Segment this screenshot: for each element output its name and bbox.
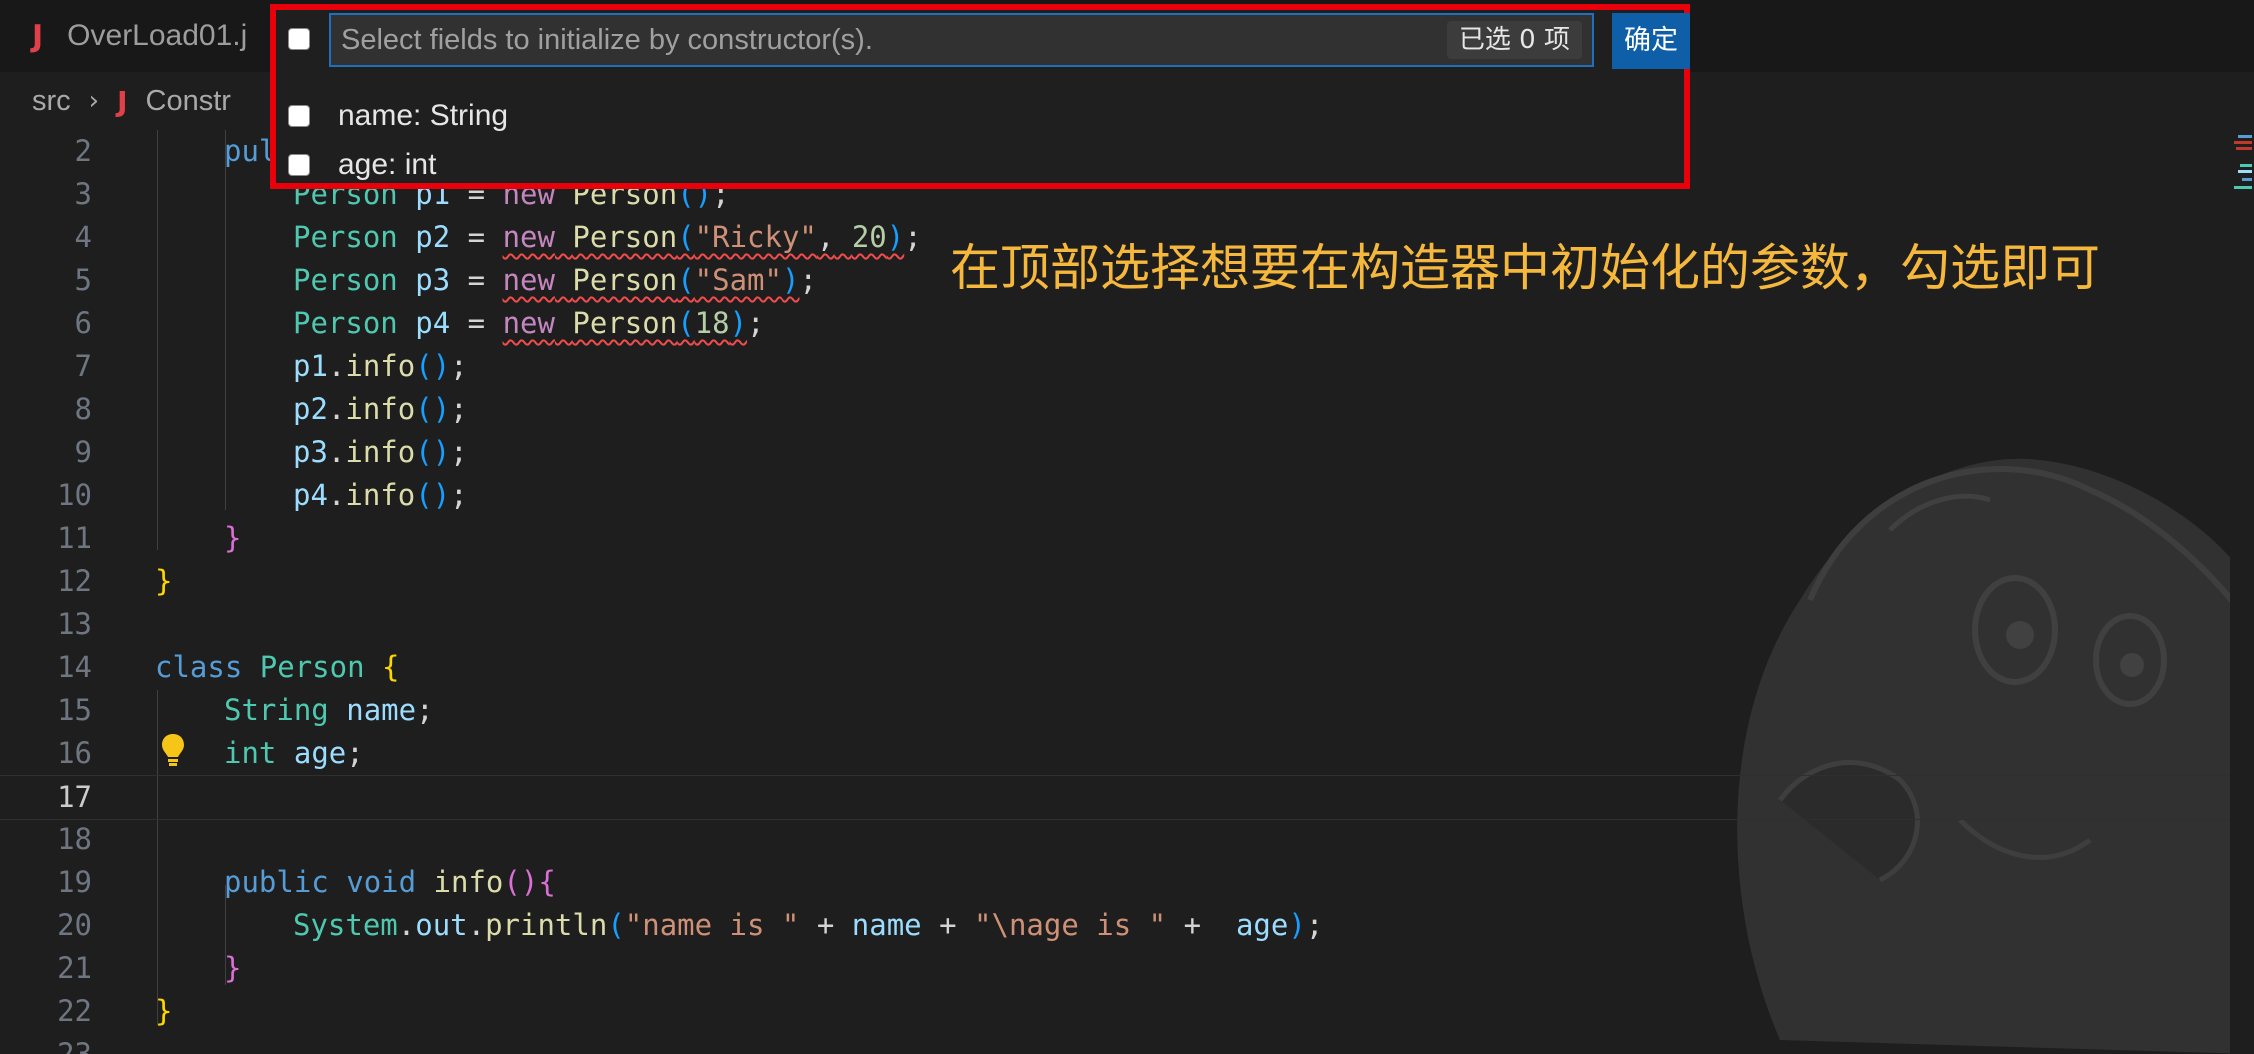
minimap-line (2234, 141, 2252, 144)
line-number: 10 (57, 478, 92, 512)
line-number: 7 (74, 349, 92, 383)
constructor-fields-quick-pick: Select fields to initialize by construct… (270, 4, 1690, 189)
line-number: 2 (74, 134, 92, 168)
quick-pick-placeholder: Select fields to initialize by construct… (341, 24, 873, 56)
quick-pick-item-name[interactable]: name: String (276, 90, 1684, 142)
field-label: age: int (338, 148, 437, 181)
minimap-line (2238, 170, 2252, 173)
code-text: class Person { (155, 650, 400, 684)
line-number: 9 (74, 435, 92, 469)
select-all-checkbox[interactable] (288, 28, 310, 50)
code-line: 7 p1.info(); (0, 345, 2230, 388)
line-number: 8 (74, 392, 92, 426)
line-number: 14 (57, 650, 92, 684)
tab-title: OverLoad01.j (67, 19, 248, 52)
minimap-line (2234, 186, 2252, 189)
code-text: Person p2 = new Person("Ricky", 20); (293, 220, 922, 254)
minimap-line (2236, 147, 2252, 150)
code-line: 6 Person p4 = new Person(18); (0, 302, 2230, 345)
selected-count-badge: 已选 0 项 (1446, 21, 1582, 59)
chevron-right-icon: › (88, 86, 100, 116)
code-line: 23 (0, 1033, 2230, 1054)
line-number: 15 (57, 693, 92, 727)
breadcrumb-src[interactable]: src (32, 85, 71, 118)
code-line: 16 int age; (0, 732, 2230, 775)
code-line: 15 String name; (0, 689, 2230, 732)
line-number: 23 (57, 1037, 92, 1054)
line-number: 19 (57, 865, 92, 899)
code-text: } (155, 564, 173, 598)
code-text: p2.info(); (293, 392, 468, 426)
code-line: 8 p2.info(); (0, 388, 2230, 431)
code-line: 13 (0, 603, 2230, 646)
minimap-line (2238, 135, 2252, 138)
line-number: 17 (57, 780, 92, 814)
tab-overload01[interactable]: J OverLoad01.j (0, 0, 247, 72)
code-text: } (155, 994, 173, 1028)
java-file-icon: J (32, 18, 44, 54)
code-text: public void info(){ (224, 865, 556, 899)
code-text: String name; (224, 693, 434, 727)
line-number: 12 (57, 564, 92, 598)
line-number: 3 (74, 177, 92, 211)
line-number: 6 (74, 306, 92, 340)
quick-pick-filter-input[interactable]: Select fields to initialize by construct… (329, 13, 1594, 67)
field-checkbox-age[interactable] (288, 154, 310, 176)
code-line: 21 } (0, 947, 2230, 990)
line-number: 18 (57, 822, 92, 856)
field-label: name: String (338, 99, 509, 132)
field-checkbox-name[interactable] (288, 105, 310, 127)
code-text: pul (224, 134, 277, 168)
lightbulb-icon[interactable] (160, 732, 186, 768)
code-line: 11 } (0, 517, 2230, 560)
minimap[interactable] (2230, 130, 2254, 1054)
code-line: 10 p4.info(); (0, 474, 2230, 517)
code-line: 12 } (0, 560, 2230, 603)
code-line: 14 class Person { (0, 646, 2230, 689)
current-code-line: 17 (0, 775, 2230, 820)
code-line: 20 System.out.println("name is " + name … (0, 904, 2230, 947)
code-line: 9 p3.info(); (0, 431, 2230, 474)
code-text: Person p4 = new Person(18); (293, 306, 765, 340)
minimap-line (2240, 164, 2252, 167)
line-number: 11 (57, 521, 92, 555)
code-line: 18 (0, 818, 2230, 861)
code-text: p3.info(); (293, 435, 468, 469)
line-number: 16 (57, 736, 92, 770)
code-text: p1.info(); (293, 349, 468, 383)
line-number: 4 (74, 220, 92, 254)
line-number: 13 (57, 607, 92, 641)
line-number: 21 (57, 951, 92, 985)
code-line: 22 } (0, 990, 2230, 1033)
java-file-icon: J (117, 84, 128, 118)
code-text: p4.info(); (293, 478, 468, 512)
breadcrumb-file[interactable]: Constr (146, 85, 231, 118)
code-text: } (224, 951, 242, 985)
tutorial-annotation: 在顶部选择想要在构造器中初始化的参数，勾选即可 (950, 239, 2100, 297)
quick-pick-item-age[interactable]: age: int (276, 142, 1684, 194)
code-text: Person p3 = new Person("Sam"); (293, 263, 817, 297)
line-number: 22 (57, 994, 92, 1028)
code-text: int age; (224, 736, 364, 770)
quick-pick-input-row: Select fields to initialize by construct… (276, 10, 1690, 72)
line-number: 20 (57, 908, 92, 942)
code-text: } (224, 521, 242, 555)
code-line: 19 public void info(){ (0, 861, 2230, 904)
ok-button[interactable]: 确定 (1612, 13, 1690, 69)
code-text: System.out.println("name is " + name + "… (293, 908, 1324, 942)
line-number: 5 (74, 263, 92, 297)
minimap-line (2242, 178, 2252, 181)
